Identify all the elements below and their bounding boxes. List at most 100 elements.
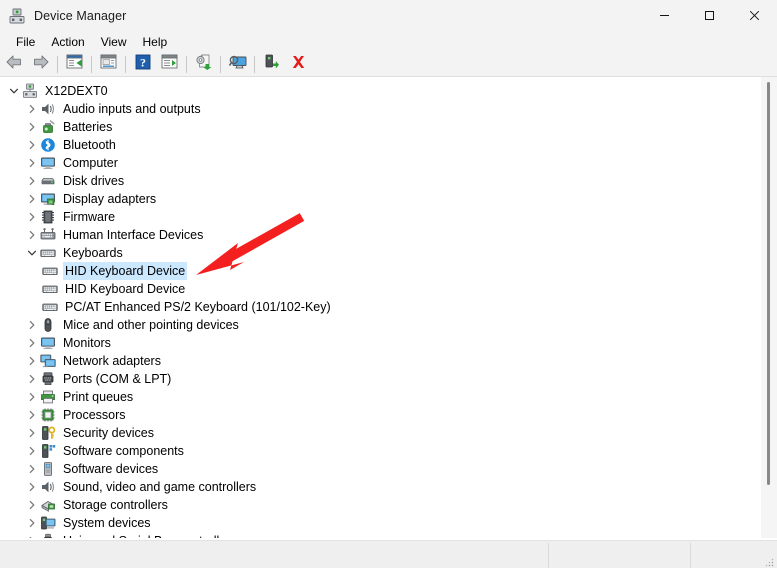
tree-node[interactable]: Display adapters [0,190,777,208]
tree-node[interactable]: X12DEXT0 [0,82,777,100]
chevron-right-icon[interactable] [24,100,40,118]
tree-node[interactable]: Computer [0,154,777,172]
chevron-right-icon[interactable] [24,226,40,244]
chevron-right-icon[interactable] [24,208,40,226]
properties-icon [100,54,117,74]
toolbar: ? [0,52,777,77]
tree-node-label: Storage controllers [61,496,170,514]
chevron-right-icon[interactable] [24,442,40,460]
menu-action[interactable]: Action [43,33,92,51]
menu-file[interactable]: File [8,33,43,51]
chevron-right-icon[interactable] [24,136,40,154]
speaker-icon [40,101,56,117]
chevron-right-icon[interactable] [24,118,40,136]
chevron-right-icon[interactable] [24,532,40,538]
tree-node[interactable]: Mice and other pointing devices [0,316,777,334]
properties-button[interactable] [95,53,122,76]
title-bar: Device Manager [0,0,777,31]
tree-node[interactable]: Keyboards [0,244,777,262]
chevron-right-icon[interactable] [24,352,40,370]
action-pane-icon [161,54,178,74]
back-button[interactable] [0,53,27,76]
tree-node[interactable]: Ports (COM & LPT) [0,370,777,388]
chevron-right-icon[interactable] [24,424,40,442]
chevron-right-icon[interactable] [24,154,40,172]
resize-grip[interactable] [763,555,775,567]
tree-node[interactable]: Processors [0,406,777,424]
tree-node[interactable]: Network adapters [0,352,777,370]
processor-icon [40,407,56,423]
tree-node-label: Bluetooth [61,136,118,154]
close-button[interactable] [732,0,777,31]
tree-node[interactable]: Print queues [0,388,777,406]
tree-node-label: X12DEXT0 [43,82,110,100]
chevron-right-icon[interactable] [24,370,40,388]
tree-node[interactable]: Monitors [0,334,777,352]
tree-node[interactable]: PC/AT Enhanced PS/2 Keyboard (101/102-Ke… [0,298,777,316]
chevron-right-icon[interactable] [24,172,40,190]
chevron-down-icon[interactable] [6,82,22,100]
device-tree-pane[interactable]: X12DEXT0Audio inputs and outputsBatterie… [0,77,777,538]
tree-node[interactable]: Universal Serial Bus controllers [0,532,777,538]
tree-node-label: Display adapters [61,190,158,208]
tree-node-label: System devices [61,514,153,532]
help-question-icon: ? [135,54,151,75]
forward-button[interactable] [27,53,54,76]
tree-node[interactable]: Security devices [0,424,777,442]
chevron-right-icon[interactable] [24,334,40,352]
scrollbar-thumb[interactable] [767,82,770,485]
keyboard-icon [40,245,56,261]
tree-node[interactable]: HID Keyboard Device [0,280,777,298]
svg-text:?: ? [140,55,146,69]
update-driver-button[interactable] [190,53,217,76]
menu-view[interactable]: View [93,33,135,51]
maximize-button[interactable] [687,0,732,31]
tree-node-label: Computer [61,154,120,172]
vertical-scrollbar[interactable] [761,77,777,538]
keyboard-icon [42,299,58,315]
chevron-right-icon[interactable] [24,514,40,532]
chevron-right-icon[interactable] [24,478,40,496]
keyboard-icon [42,281,58,297]
show-hide-action-pane-button[interactable] [156,53,183,76]
monitor-icon [40,335,56,351]
menu-bar: File Action View Help [0,31,777,52]
tree-node[interactable]: Storage controllers [0,496,777,514]
chevron-right-icon[interactable] [24,460,40,478]
chevron-right-icon[interactable] [24,388,40,406]
bluetooth-icon [40,137,56,153]
tree-node[interactable]: Sound, video and game controllers [0,478,777,496]
tree-node-label: Processors [61,406,128,424]
chevron-right-icon[interactable] [24,190,40,208]
enable-device-button[interactable] [258,53,285,76]
tree-node[interactable]: System devices [0,514,777,532]
tree-node[interactable]: HID Keyboard Device [0,262,777,280]
software-component-icon [40,443,56,459]
tree-node[interactable]: Software components [0,442,777,460]
tree-node[interactable]: Bluetooth [0,136,777,154]
tree-node-label: Disk drives [61,172,126,190]
monitor-icon [40,155,56,171]
status-separator-1 [548,543,549,568]
chevron-right-icon[interactable] [24,496,40,514]
tree-node[interactable]: Firmware [0,208,777,226]
chevron-down-icon[interactable] [24,244,40,262]
minimize-button[interactable] [642,0,687,31]
tree-node[interactable]: Batteries [0,118,777,136]
tree-node-label: HID Keyboard Device [63,280,187,298]
chevron-right-icon[interactable] [24,316,40,334]
menu-help[interactable]: Help [135,33,176,51]
tree-node[interactable]: Software devices [0,460,777,478]
tree-node[interactable]: Disk drives [0,172,777,190]
computer-root-icon [22,83,38,99]
tree-node-label: Batteries [61,118,114,136]
show-hide-console-tree-button[interactable] [61,53,88,76]
tree-node[interactable]: Audio inputs and outputs [0,100,777,118]
chevron-right-icon[interactable] [24,406,40,424]
tree-node[interactable]: Human Interface Devices [0,226,777,244]
help-button[interactable]: ? [129,53,156,76]
usb-icon [40,533,56,538]
uninstall-device-button[interactable] [285,53,312,76]
scan-for-hardware-changes-button[interactable] [224,53,251,76]
display-adapter-icon [40,191,56,207]
